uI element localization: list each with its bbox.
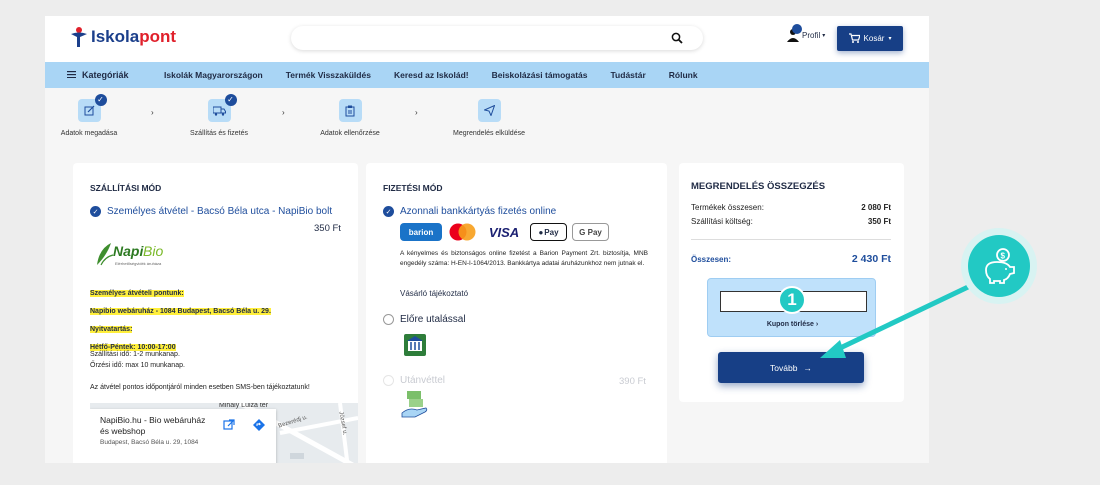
tutorial-arrow-overlay: [820, 284, 971, 358]
svg-text:$: $: [1001, 252, 1006, 261]
piggy-bank-icon: $: [961, 228, 1037, 304]
